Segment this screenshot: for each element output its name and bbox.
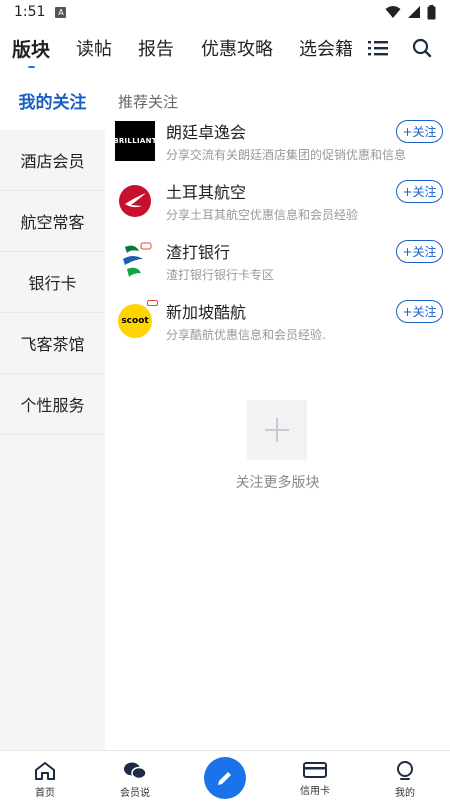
sidebar-item-label: 银行卡 bbox=[28, 274, 77, 293]
sidebar-item-my-follows[interactable]: 我的关注 bbox=[0, 70, 105, 130]
bottom-nav: 首页 会员说 信用卡 我的 bbox=[0, 750, 450, 801]
standard-chartered-logo bbox=[115, 241, 155, 281]
scoot-logo: scoot bbox=[115, 300, 158, 341]
sidebar-item-label: 飞客茶馆 bbox=[20, 335, 85, 354]
sidebar-item-teahouse[interactable]: 飞客茶馆 bbox=[0, 313, 105, 374]
sidebar-item-personal-services[interactable]: 个性服务 bbox=[0, 374, 105, 435]
section-title: 推荐关注 bbox=[118, 93, 179, 111]
tab-xuan-huiji[interactable]: 选会籍 bbox=[299, 35, 352, 61]
cellular-signal-icon bbox=[408, 6, 420, 18]
pen-icon bbox=[218, 772, 231, 785]
follow-button[interactable]: +关注 bbox=[396, 240, 443, 263]
sidebar-item-frequent-flyer[interactable]: 航空常客 bbox=[0, 191, 105, 252]
turkish-airlines-logo bbox=[115, 181, 155, 221]
sidebar-item-label: 航空常客 bbox=[20, 213, 85, 232]
forum-row-scoot[interactable]: scoot 新加坡酷航 分享酷航优惠信息和会员经验. +关注 bbox=[115, 299, 445, 351]
sidebar-item-label: 个性服务 bbox=[20, 396, 85, 415]
forum-desc: 分享土耳其航空优惠信息和会员经验 bbox=[166, 208, 359, 222]
bottom-nav-label: 首页 bbox=[35, 788, 55, 799]
forum-name: 渣打银行 bbox=[166, 243, 231, 262]
card-icon bbox=[303, 762, 327, 778]
wifi-icon bbox=[385, 6, 401, 18]
forum-desc: 分享酷航优惠信息和会员经验. bbox=[166, 328, 326, 342]
bottom-nav-home[interactable]: 首页 bbox=[0, 751, 90, 801]
forum-row-standard-chartered[interactable]: 渣打银行 渣打银行银行卡专区 +关注 bbox=[115, 239, 445, 291]
follow-button[interactable]: +关注 bbox=[396, 120, 443, 143]
battery-icon bbox=[427, 4, 436, 19]
tab-youhui-gonglue[interactable]: 优惠攻略 bbox=[201, 35, 273, 61]
bottom-nav-label: 我的 bbox=[395, 788, 415, 799]
follow-button[interactable]: +关注 bbox=[396, 180, 443, 203]
category-sidebar: 我的关注 酒店会员 航空常客 银行卡 飞客茶馆 个性服务 bbox=[0, 70, 105, 750]
plus-icon bbox=[265, 418, 289, 442]
bottom-nav-compose[interactable] bbox=[180, 751, 270, 801]
bottom-nav-label: 会员说 bbox=[120, 788, 150, 799]
home-icon bbox=[35, 762, 55, 780]
forum-desc: 渣打银行银行卡专区 bbox=[166, 268, 275, 282]
forum-name: 土耳其航空 bbox=[166, 183, 247, 202]
tab-strip: 版块 读帖 报告 优惠攻略 选会籍 bbox=[0, 28, 352, 68]
sidebar-item-hotel-members[interactable]: 酒店会员 bbox=[0, 130, 105, 191]
list-menu-icon[interactable] bbox=[368, 39, 388, 57]
tab-dutie[interactable]: 读帖 bbox=[76, 35, 112, 61]
bottom-nav-credit-card[interactable]: 信用卡 bbox=[270, 751, 360, 801]
add-more-forums-label: 关注更多版块 bbox=[235, 475, 320, 491]
forum-name: 朗廷卓逸会 bbox=[166, 123, 247, 142]
sidebar-item-bank-cards[interactable]: 银行卡 bbox=[0, 252, 105, 313]
search-icon[interactable] bbox=[412, 38, 432, 58]
brilliant-logo: BRILLIANT bbox=[113, 121, 157, 161]
bottom-nav-member-talk[interactable]: 会员说 bbox=[90, 751, 180, 801]
top-nav: 版块 读帖 报告 优惠攻略 选会籍 bbox=[0, 28, 450, 68]
sidebar-item-label: 我的关注 bbox=[18, 92, 87, 113]
tab-bankuai[interactable]: 版块 bbox=[12, 35, 50, 68]
status-time: 1:51 bbox=[14, 4, 46, 20]
compose-button[interactable] bbox=[204, 757, 246, 799]
follow-button[interactable]: +关注 bbox=[396, 300, 443, 323]
forum-desc: 分享交流有关朗廷酒店集团的促销优惠和信息 bbox=[166, 148, 407, 162]
add-more-forums-button[interactable] bbox=[247, 400, 307, 460]
status-bar: 1:51 A bbox=[0, 0, 450, 24]
main-content: 推荐关注 BRILLIANT 朗廷卓逸会 分享交流有关朗廷酒店集团的促销优惠和信… bbox=[105, 70, 450, 750]
forum-name: 新加坡酷航 bbox=[166, 303, 247, 322]
bottom-nav-label: 信用卡 bbox=[300, 786, 330, 797]
bottom-nav-profile[interactable]: 我的 bbox=[360, 751, 450, 801]
notification-a-icon: A bbox=[55, 6, 67, 18]
tab-baogao[interactable]: 报告 bbox=[138, 35, 174, 61]
sidebar-item-label: 酒店会员 bbox=[20, 152, 85, 171]
forum-row-langham[interactable]: BRILLIANT 朗廷卓逸会 分享交流有关朗廷酒店集团的促销优惠和信息 +关注 bbox=[113, 119, 445, 171]
profile-icon bbox=[397, 761, 413, 780]
chat-icon bbox=[124, 762, 147, 780]
forum-row-turkish-airlines[interactable]: 土耳其航空 分享土耳其航空优惠信息和会员经验 +关注 bbox=[115, 179, 445, 231]
